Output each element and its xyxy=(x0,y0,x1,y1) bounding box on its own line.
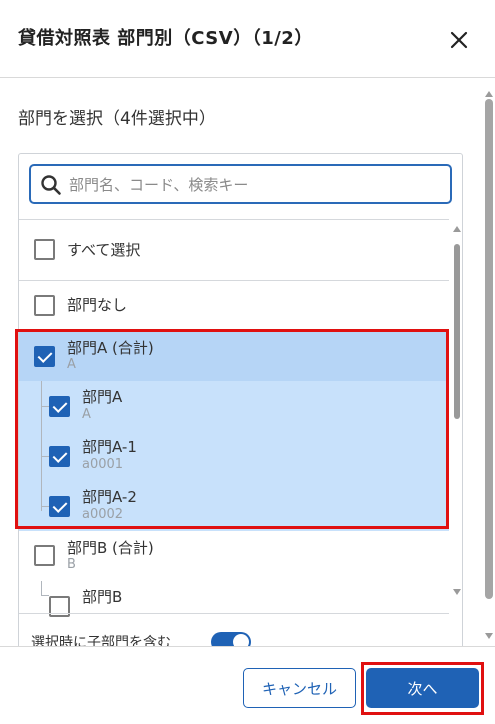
list-item-label: 部門A-1 xyxy=(82,438,137,456)
toggle-knob xyxy=(233,634,249,646)
list-item-dept-a-1[interactable]: 部門A-1 a0001 xyxy=(19,431,449,481)
dialog-title: 貸借対照表 部門別（CSV）（1/2） xyxy=(18,28,313,49)
list-item-code: B xyxy=(67,557,76,572)
list-item-code: a0001 xyxy=(82,457,124,472)
tree-line xyxy=(41,406,49,407)
include-children-toggle[interactable] xyxy=(211,632,251,646)
list-item-code: a0002 xyxy=(82,507,124,522)
list-item-dept-a-2[interactable]: 部門A-2 a0002 xyxy=(19,481,449,531)
search-input[interactable] xyxy=(69,172,439,198)
checkbox-dept-a-2[interactable] xyxy=(49,496,70,517)
list-item-label: 部門A-2 xyxy=(82,488,137,506)
list-item-label: すべて選択 xyxy=(67,241,141,259)
scroll-down-arrow-icon[interactable] xyxy=(485,633,493,639)
dialog-body: 部門を選択（4件選択中） すべて選択 部門なし 部門A (合計) A xyxy=(0,79,495,646)
list-item-label: 部門B (合計) xyxy=(67,539,154,557)
list-item-no-department[interactable]: 部門なし xyxy=(19,281,449,331)
scroll-up-arrow-icon[interactable] xyxy=(485,91,493,97)
dialog-header: 貸借対照表 部門別（CSV）（1/2） xyxy=(0,0,495,78)
next-button[interactable]: 次へ xyxy=(366,668,479,708)
tree-line xyxy=(41,381,42,511)
list-item-label: 部門A xyxy=(82,388,123,406)
list-item-select-all[interactable]: すべて選択 xyxy=(19,220,449,280)
checkbox-dept-a-total[interactable] xyxy=(34,346,55,367)
dialog-scrollbar[interactable] xyxy=(483,89,495,645)
checkbox-dept-a[interactable] xyxy=(49,396,70,417)
list-item-code: A xyxy=(67,357,76,372)
tree-line xyxy=(41,456,49,457)
list-item-label: 部門B xyxy=(82,588,123,606)
tree-line xyxy=(41,506,49,507)
dialog-footer: キャンセル 次へ xyxy=(0,646,495,724)
list-item-dept-a-total[interactable]: 部門A (合計) A xyxy=(19,331,449,381)
list-item-code: A xyxy=(82,407,91,422)
checkbox-dept-b-total[interactable] xyxy=(34,545,55,566)
list-item-dept-b[interactable]: 部門B xyxy=(19,581,449,621)
close-button[interactable] xyxy=(446,27,472,53)
checkbox-dept-a-1[interactable] xyxy=(49,446,70,467)
search-box[interactable] xyxy=(29,164,452,204)
scroll-up-arrow-icon[interactable] xyxy=(453,226,461,232)
list-item-dept-a[interactable]: 部門A A xyxy=(19,381,449,431)
list-item-dept-b-total[interactable]: 部門B (合計) B xyxy=(19,531,449,581)
list-scrollbar[interactable] xyxy=(450,220,462,603)
department-list-panel: すべて選択 部門なし 部門A (合計) A 部門A A 部門A-1 a0001 xyxy=(18,153,463,646)
scrollbar-thumb[interactable] xyxy=(485,99,493,599)
tree-line xyxy=(41,581,42,595)
tree-line xyxy=(41,595,49,596)
search-icon xyxy=(41,175,61,195)
checkbox-select-all[interactable] xyxy=(34,239,55,260)
scroll-down-arrow-icon[interactable] xyxy=(453,589,461,595)
section-label: 部門を選択（4件選択中） xyxy=(18,109,216,129)
list-item-label: 部門なし xyxy=(67,296,128,314)
divider xyxy=(19,613,449,614)
checkbox-no-department[interactable] xyxy=(34,295,55,316)
toggle-label: 選択時に子部門を含む xyxy=(31,635,171,646)
close-icon xyxy=(450,31,468,49)
scrollbar-thumb[interactable] xyxy=(454,244,460,419)
list-item-label: 部門A (合計) xyxy=(67,339,154,357)
cancel-button[interactable]: キャンセル xyxy=(243,668,356,708)
